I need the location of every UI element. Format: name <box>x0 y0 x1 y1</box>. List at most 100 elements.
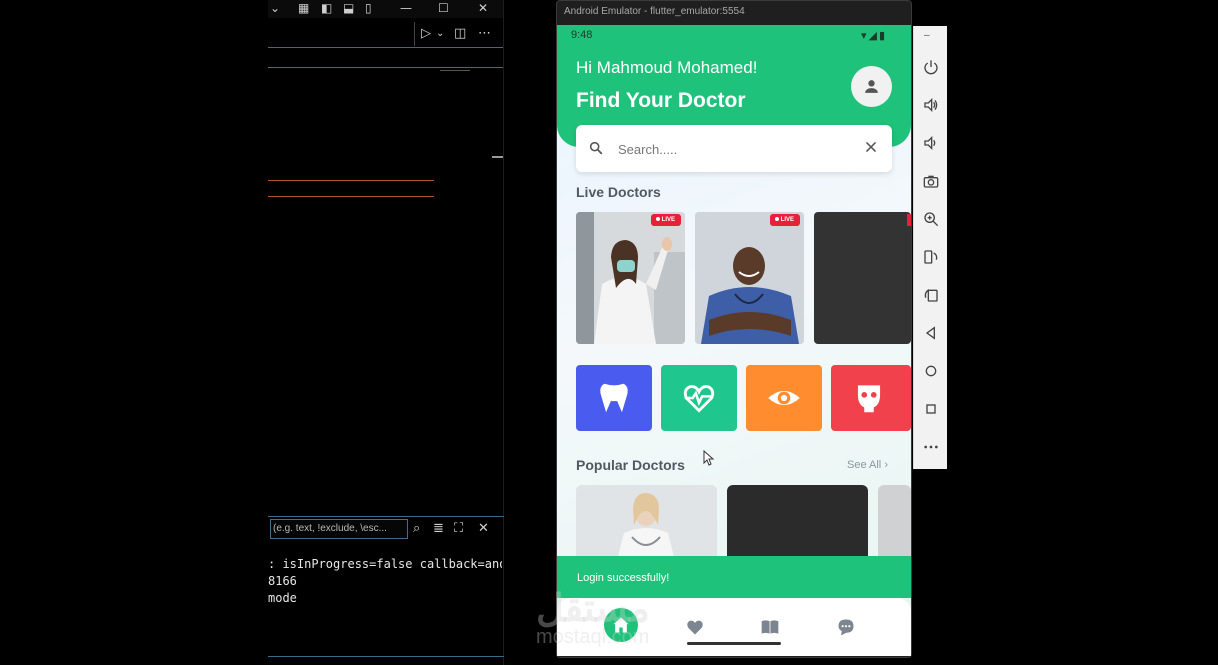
run-icon[interactable]: ▷ <box>421 26 431 41</box>
live-badge-edge <box>907 214 911 226</box>
doctor-photo <box>576 212 685 344</box>
minimize-icon[interactable]: – <box>924 30 930 41</box>
more-horizontal-icon <box>924 445 938 449</box>
doctor-photo <box>576 485 717 565</box>
eye-icon <box>768 390 800 406</box>
clear-icon[interactable] <box>864 140 878 154</box>
heart-pulse-icon <box>683 385 715 413</box>
ide-titlebar: ⌄ ▦ ◧ ⬓ ▯ — ☐ ✕ <box>268 0 504 18</box>
live-doctor-card[interactable] <box>814 212 911 344</box>
console-line: mode <box>268 591 297 605</box>
panel-border <box>503 0 504 665</box>
search-input[interactable] <box>618 137 848 161</box>
toggle-sidebar-icon[interactable]: ◧ <box>321 1 332 15</box>
popular-doctor-card[interactable] <box>576 485 717 565</box>
maximize-panel-icon[interactable]: ⛶ <box>454 521 463 536</box>
zoom-in-icon <box>924 212 939 227</box>
toggle-secondary-sidebar-icon[interactable]: ▯ <box>365 1 372 15</box>
emulator-side-toolbar: – <box>913 26 947 469</box>
page-title: Find Your Doctor <box>576 89 746 112</box>
find-filter-input[interactable]: (e.g. text, !exclude, \esc... <box>270 519 408 539</box>
close-icon[interactable]: ✕ <box>478 521 489 536</box>
maximize-icon[interactable]: ☐ <box>438 1 449 15</box>
toggle-panel-icon[interactable]: ⬓ <box>343 1 354 15</box>
find-bar: (e.g. text, !exclude, \esc... ⌕ ≣ ⛶ ✕ <box>268 516 504 542</box>
snackbar-message: Login successfully! <box>577 572 670 584</box>
layout-customize-icon[interactable]: ▦ <box>298 1 309 15</box>
specialty-dentistry[interactable] <box>576 365 652 431</box>
search-icon[interactable]: ⌕ <box>413 521 420 536</box>
watermark-arabic: مستقل <box>536 588 650 630</box>
mouse-cursor-icon <box>703 450 715 466</box>
editor-ruler-line <box>268 67 504 68</box>
specialty-body[interactable] <box>831 365 911 431</box>
overview-button[interactable] <box>914 392 948 426</box>
volume-down-icon <box>924 136 936 150</box>
volume-up-button[interactable] <box>914 88 948 122</box>
emulator-window-title: Android Emulator - flutter_emulator:5554 <box>564 6 745 17</box>
nav-chat[interactable] <box>829 610 863 644</box>
diff-marker-line <box>268 196 434 197</box>
battery-icon: ▮ <box>878 30 887 42</box>
doctor-photo <box>695 212 804 344</box>
specialty-ophthalmology[interactable] <box>746 365 822 431</box>
phone-screen: 9:48 ▾◢▮ Hi Mahmoud Mohamed! Find Your D… <box>557 25 911 656</box>
volume-up-icon <box>924 98 938 112</box>
camera-icon <box>923 175 939 188</box>
book-icon <box>761 620 779 634</box>
chat-icon <box>838 619 854 636</box>
live-doctor-card[interactable]: LIVE <box>576 212 685 344</box>
status-icons: ▾◢▮ <box>861 29 887 42</box>
power-icon <box>924 60 938 75</box>
live-doctor-card[interactable]: LIVE <box>695 212 804 344</box>
diff-marker-line <box>268 180 434 181</box>
rotate-right-button[interactable] <box>914 278 948 312</box>
gesture-handle <box>687 642 781 645</box>
search-icon <box>589 141 603 155</box>
greeting-text: Hi Mahmoud Mohamed! <box>576 58 758 77</box>
nav-library[interactable] <box>753 610 787 644</box>
back-button[interactable] <box>914 316 948 350</box>
popular-doctor-card[interactable] <box>727 485 868 565</box>
zoom-button[interactable] <box>914 202 948 236</box>
rotate-right-icon <box>924 289 938 302</box>
tooth-icon <box>600 383 628 413</box>
scrollbar-thumb[interactable] <box>492 156 503 158</box>
volume-down-button[interactable] <box>914 126 948 160</box>
search-bar <box>576 125 892 172</box>
screenshot-button[interactable] <box>914 164 948 198</box>
word-wrap-icon[interactable]: ≣ <box>433 521 444 536</box>
live-badge: LIVE <box>769 214 800 226</box>
console-line: : isInProgress=false callback=andr <box>268 557 502 571</box>
back-icon <box>925 326 935 340</box>
popular-doctor-card[interactable] <box>878 485 911 565</box>
body-icon <box>857 385 881 413</box>
more-button[interactable] <box>914 430 948 464</box>
chevron-right-icon: › <box>884 459 888 471</box>
console-line: 8166 <box>268 574 297 588</box>
specialty-cardiology[interactable] <box>661 365 737 431</box>
heart-icon <box>687 620 703 635</box>
square-overview-icon <box>926 404 936 414</box>
rotate-left-button[interactable] <box>914 240 948 274</box>
nav-favorites[interactable] <box>678 610 712 644</box>
live-badge: LIVE <box>650 214 681 226</box>
see-all-link[interactable]: See All › <box>847 459 888 471</box>
split-editor-icon[interactable]: ◫ <box>454 26 466 41</box>
rotate-left-icon <box>924 250 938 264</box>
close-icon[interactable]: ✕ <box>478 1 488 15</box>
watermark-latin: mostaql.com <box>536 626 650 648</box>
power-button[interactable] <box>914 50 948 84</box>
home-button[interactable] <box>914 354 948 388</box>
chevron-down-icon[interactable]: ⌄ <box>436 28 444 39</box>
avatar[interactable] <box>851 66 892 107</box>
person-icon <box>865 80 878 93</box>
chevron-down-icon[interactable]: ⌄ <box>270 1 280 15</box>
circle-home-icon <box>925 365 937 377</box>
section-title-popular-doctors: Popular Doctors <box>576 457 685 473</box>
panel-bottom-border <box>268 656 504 657</box>
signal-icon: ◢ <box>868 30 879 42</box>
minimize-icon[interactable]: — <box>400 1 412 15</box>
minimap-mark <box>440 70 470 71</box>
more-actions-icon[interactable]: ⋯ <box>478 26 491 41</box>
